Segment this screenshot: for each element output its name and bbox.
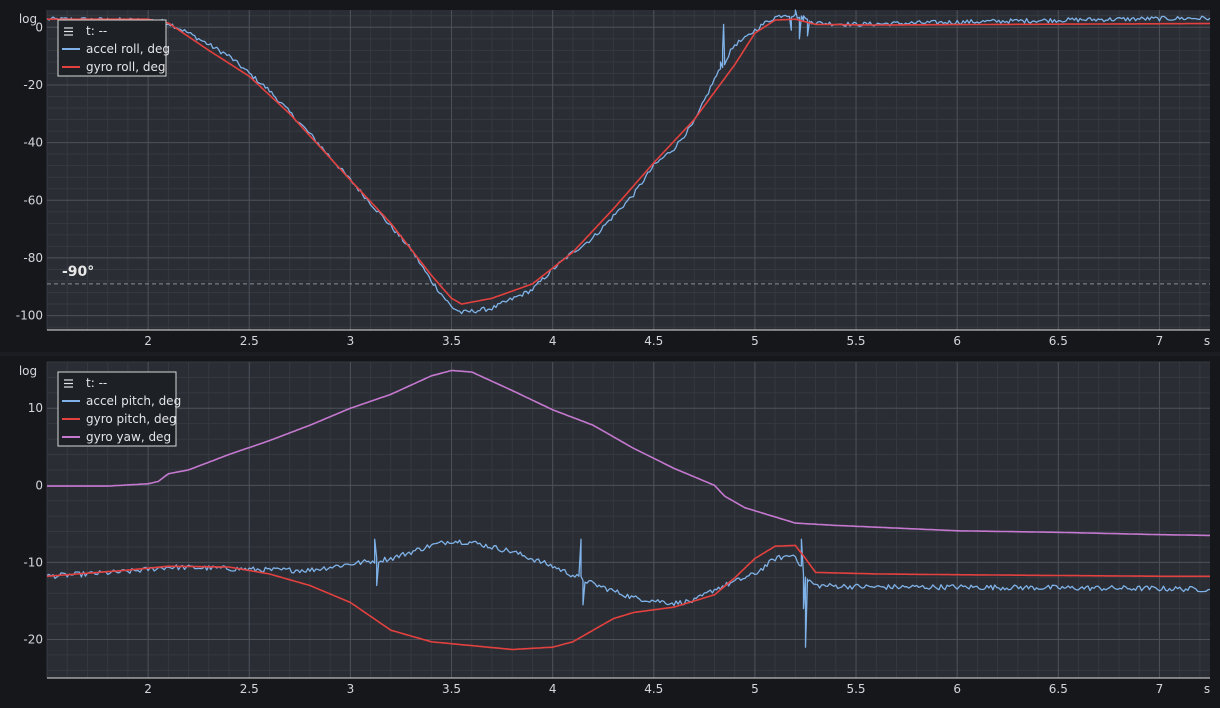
x-tick-label: 2	[144, 334, 152, 348]
x-tick-label: 6.5	[1049, 334, 1068, 348]
roll-chart: 2 2.5 3 3.5 4 4.5 5 5.5 6 6.5 70-20-40-60-80-100sl…	[16, 9, 1211, 348]
x-tick-label: 5.5	[846, 334, 865, 348]
x-tick-label: 4.5	[644, 682, 663, 696]
y-tick-label: 0	[35, 478, 43, 492]
y-tick-label: -20	[23, 78, 43, 92]
x-tick-label: 4.5	[644, 334, 663, 348]
y-scale-label: log	[19, 12, 37, 26]
x-unit-label: s	[1204, 334, 1210, 348]
threshold-label: -90°	[62, 264, 94, 280]
x-tick-label: 4	[549, 682, 557, 696]
x-tick-label: 3.5	[442, 682, 461, 696]
y-scale-label: log	[19, 364, 37, 378]
x-tick-label: 6	[953, 682, 961, 696]
x-tick-label: 5	[751, 682, 759, 696]
x-tick-label: 2.5	[240, 334, 259, 348]
legend-entry[interactable]: accel roll, deg	[86, 42, 170, 56]
x-tick-label: 3	[347, 334, 355, 348]
y-tick-label: -20	[23, 632, 43, 646]
x-tick-label: 5	[751, 334, 759, 348]
y-tick-label: -10	[23, 555, 43, 569]
x-tick-label: 2	[144, 682, 152, 696]
cursor-time-label: t: --	[86, 376, 107, 390]
y-tick-label: -60	[23, 193, 43, 207]
legend-entry[interactable]: gyro yaw, deg	[86, 430, 171, 444]
x-tick-label: 2.5	[240, 682, 259, 696]
y-tick-label: -40	[23, 136, 43, 150]
y-tick-label: -80	[23, 251, 43, 265]
x-tick-label: 3	[347, 682, 355, 696]
x-tick-label: 6.5	[1049, 682, 1068, 696]
legend-entry[interactable]: accel pitch, deg	[86, 394, 181, 408]
roll-chart-panel: 2 2.5 3 3.5 4 4.5 5 5.5 6 6.5 7 0 -20 -40 -60 -80 -100 s l…	[0, 0, 1220, 352]
plot-area	[47, 362, 1210, 678]
x-tick-label: 5.5	[846, 682, 865, 696]
x-tick-label: 4	[549, 334, 557, 348]
x-tick-label: 6	[953, 334, 961, 348]
x-tick-label: 7	[1156, 682, 1164, 696]
y-tick-label: 10	[28, 401, 43, 415]
pitch-yaw-chart-panel: 2 2.5 3 3.5 4 4.5 5 5.5 6 6.5 7 10 0 -10 -20 s log t: -- a…	[0, 356, 1220, 708]
cursor-time-label: t: --	[86, 24, 107, 38]
y-tick-label: -100	[16, 309, 43, 323]
x-tick-label: 3.5	[442, 334, 461, 348]
legend-entry[interactable]: gyro pitch, deg	[86, 412, 177, 426]
x-unit-label: s	[1204, 682, 1210, 696]
x-tick-label: 7	[1156, 334, 1164, 348]
pitch-yaw-chart: 2 2.5 3 3.5 4 4.5 5 5.5 6 6.5 7 10 0 -10 -20 s log t: -- a…	[19, 361, 1210, 696]
legend-entry[interactable]: gyro roll, deg	[86, 60, 165, 74]
